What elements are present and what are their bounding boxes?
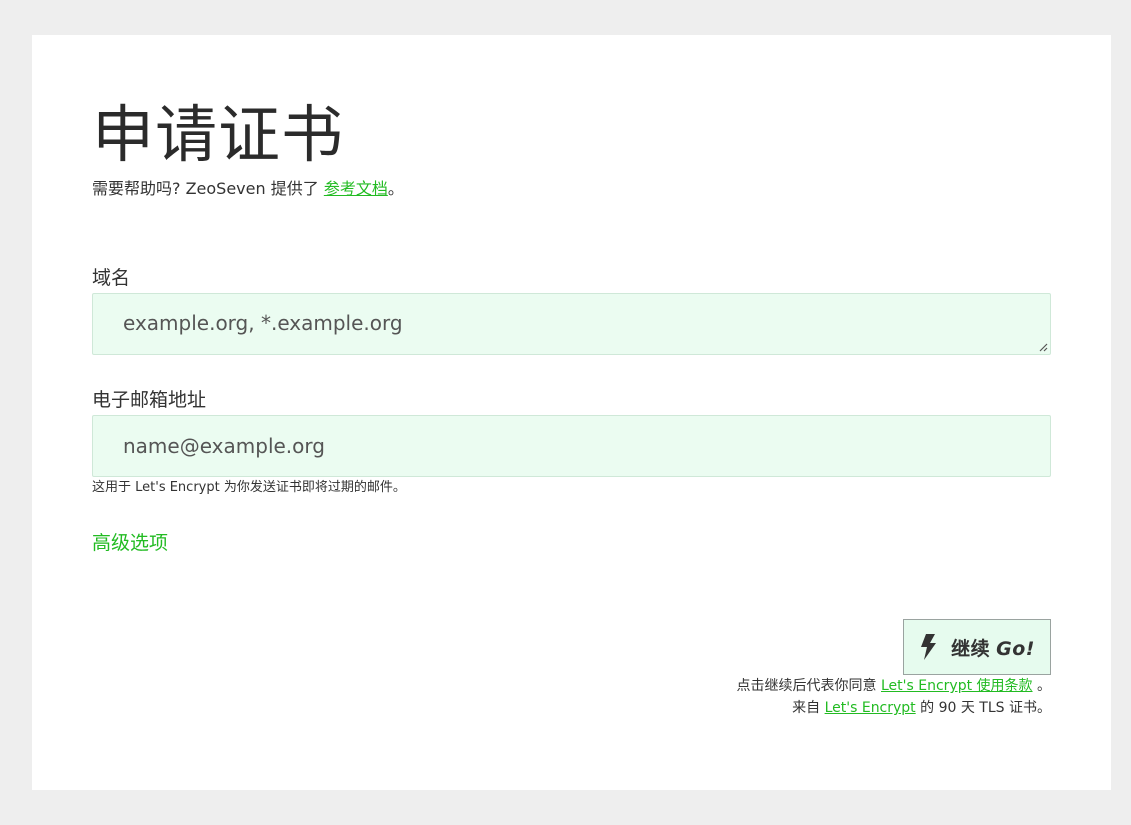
source-suffix: 的 90 天 TLS 证书。 bbox=[915, 700, 1051, 716]
domains-input[interactable] bbox=[93, 294, 1050, 354]
email-hint: 这用于 Let's Encrypt 为你发送证书即将过期的邮件。 bbox=[92, 480, 406, 495]
continue-button[interactable]: 继续 Go! bbox=[903, 619, 1051, 675]
email-label: 电子邮箱地址 bbox=[92, 389, 207, 411]
letsencrypt-link[interactable]: Let's Encrypt bbox=[825, 700, 916, 716]
resize-handle-icon[interactable] bbox=[1038, 342, 1048, 352]
email-field bbox=[92, 415, 1051, 477]
continue-label: 继续 Go! bbox=[951, 637, 1035, 660]
help-prefix: 需要帮助吗? ZeoSeven 提供了 bbox=[92, 179, 324, 198]
main-card: 申请证书 需要帮助吗? ZeoSeven 提供了 参考文档。 域名 电子邮箱地址… bbox=[32, 35, 1111, 790]
source-text: 来自 Let's Encrypt 的 90 天 TLS 证书。 bbox=[792, 698, 1051, 718]
go-label: Go! bbox=[996, 637, 1035, 660]
page-title: 申请证书 bbox=[92, 98, 345, 171]
terms-text: 点击继续后代表你同意 Let's Encrypt 使用条款 。 bbox=[737, 676, 1051, 696]
help-suffix: 。 bbox=[387, 179, 404, 198]
docs-link[interactable]: 参考文档 bbox=[324, 179, 388, 198]
terms-prefix: 点击继续后代表你同意 bbox=[736, 678, 881, 694]
help-text: 需要帮助吗? ZeoSeven 提供了 参考文档。 bbox=[92, 178, 404, 200]
advanced-options-link[interactable]: 高级选项 bbox=[92, 531, 168, 555]
source-prefix: 来自 bbox=[792, 700, 825, 716]
domains-field bbox=[92, 293, 1051, 355]
domains-label: 域名 bbox=[92, 267, 131, 289]
lightning-bolt-icon bbox=[921, 634, 937, 660]
email-input[interactable] bbox=[93, 416, 1050, 476]
terms-suffix: 。 bbox=[1032, 678, 1051, 694]
terms-link[interactable]: Let's Encrypt 使用条款 bbox=[881, 678, 1033, 694]
